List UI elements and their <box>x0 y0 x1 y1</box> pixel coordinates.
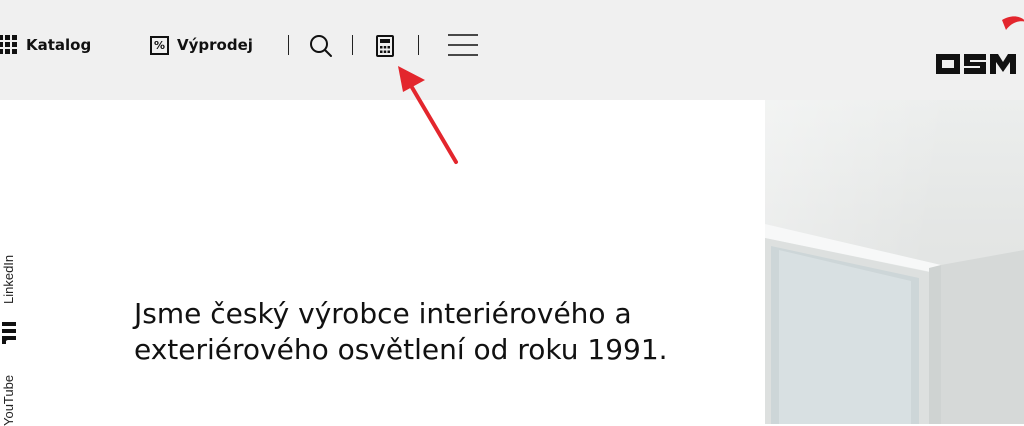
menu-button[interactable] <box>448 33 478 57</box>
sale-label: Výprodej <box>177 36 253 54</box>
calculator-button[interactable] <box>376 35 394 57</box>
catalog-label: Katalog <box>26 36 92 54</box>
osm-logo-mark <box>936 16 1024 74</box>
site-header: Katalog % Výprodej <box>0 0 1024 100</box>
hamburger-menu-icon <box>448 34 478 56</box>
sale-link[interactable]: % Výprodej <box>150 30 253 60</box>
catalog-link[interactable]: Katalog <box>0 30 91 60</box>
skylight-window-illustration <box>765 224 1024 424</box>
youtube-link[interactable]: YouTube <box>1 375 16 426</box>
nav-divider <box>288 35 289 55</box>
linkedin-link[interactable]: LinkedIn <box>1 255 16 304</box>
search-icon <box>310 35 332 57</box>
hero-image <box>765 100 1024 424</box>
search-button[interactable] <box>309 34 333 58</box>
social-links: LinkedIn YouTube <box>0 228 20 426</box>
grid-icon <box>0 35 18 55</box>
nav-divider <box>352 35 353 55</box>
calculator-icon <box>376 35 394 57</box>
osm-logo[interactable] <box>936 14 1024 78</box>
annotation-arrow <box>398 66 458 164</box>
linkedin-icon[interactable] <box>0 320 18 346</box>
percent-icon: % <box>150 35 169 55</box>
nav-divider <box>418 35 419 55</box>
hero-headline: Jsme český výrobce interiérového a exter… <box>134 297 668 366</box>
